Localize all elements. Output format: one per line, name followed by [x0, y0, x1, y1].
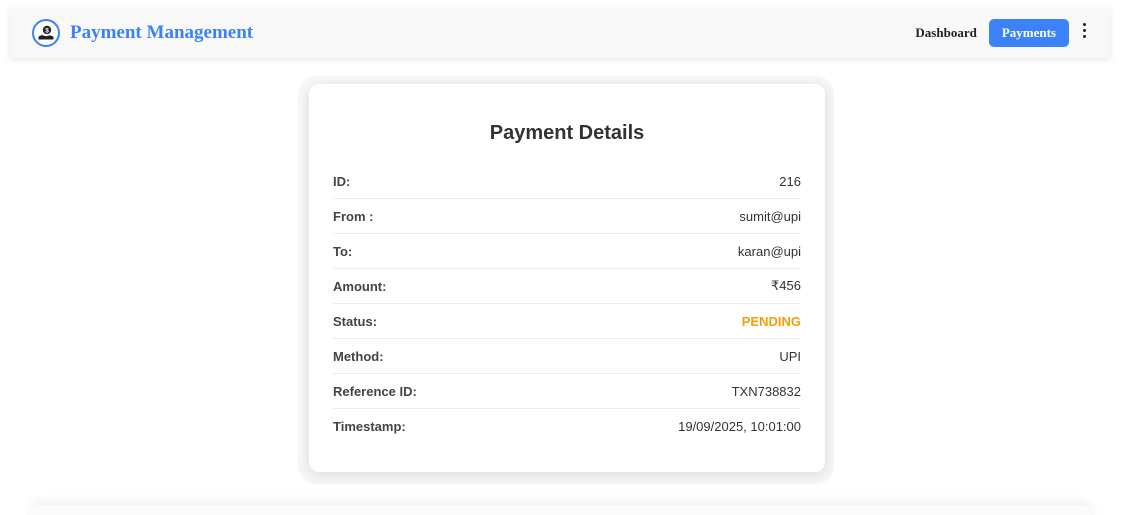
nav-link-payments[interactable]: Payments	[988, 19, 1069, 47]
detail-value: TXN738832	[731, 383, 801, 399]
detail-label: Status:	[333, 313, 378, 329]
detail-label: Method:	[333, 348, 384, 364]
footer-panel	[30, 505, 1092, 515]
detail-row-to: To: karan@upi	[333, 234, 801, 269]
card-title: Payment Details	[489, 122, 645, 144]
detail-row-reference: Reference ID: TXN738832	[333, 374, 801, 409]
detail-label: Timestamp:	[333, 419, 406, 434]
vertical-ellipsis-icon[interactable]	[1079, 21, 1090, 40]
detail-label: To:	[333, 243, 353, 259]
detail-label: From :	[333, 208, 374, 224]
navbar: $ Payment Management Dashboard Payments	[10, 8, 1110, 58]
app-title: Payment Management	[70, 22, 254, 43]
detail-row-status: Status: PENDING	[333, 304, 801, 339]
detail-row-method: Method: UPI	[333, 339, 801, 374]
detail-value: sumit@upi	[739, 208, 801, 224]
detail-value: ₹456	[771, 278, 801, 293]
detail-value: UPI	[779, 348, 801, 364]
brand[interactable]: $ Payment Management	[32, 19, 253, 47]
payment-details-card: Payment Details ID: 216 From : sumit@upi…	[309, 84, 825, 472]
detail-row-timestamp: Timestamp: 19/09/2025, 10:01:00	[333, 409, 801, 444]
detail-row-from: From : sumit@upi	[333, 199, 801, 234]
detail-label: Amount:	[333, 278, 387, 294]
detail-value: 216	[779, 173, 801, 189]
detail-label: ID:	[333, 173, 351, 189]
money-hand-icon: $	[32, 19, 60, 47]
detail-value: karan@upi	[737, 243, 801, 259]
detail-value: 19/09/2025, 10:01:00	[678, 419, 801, 434]
detail-label: Reference ID:	[333, 383, 417, 399]
svg-text:$: $	[45, 27, 49, 34]
details-list: ID: 216 From : sumit@upi To: karan@upi A…	[333, 164, 801, 444]
detail-row-amount: Amount: ₹456	[333, 269, 801, 304]
nav-menu: Dashboard Payments	[913, 19, 1090, 47]
detail-row-id: ID: 216	[333, 164, 801, 199]
status-badge: PENDING	[741, 313, 801, 329]
nav-link-dashboard[interactable]: Dashboard	[913, 19, 978, 47]
